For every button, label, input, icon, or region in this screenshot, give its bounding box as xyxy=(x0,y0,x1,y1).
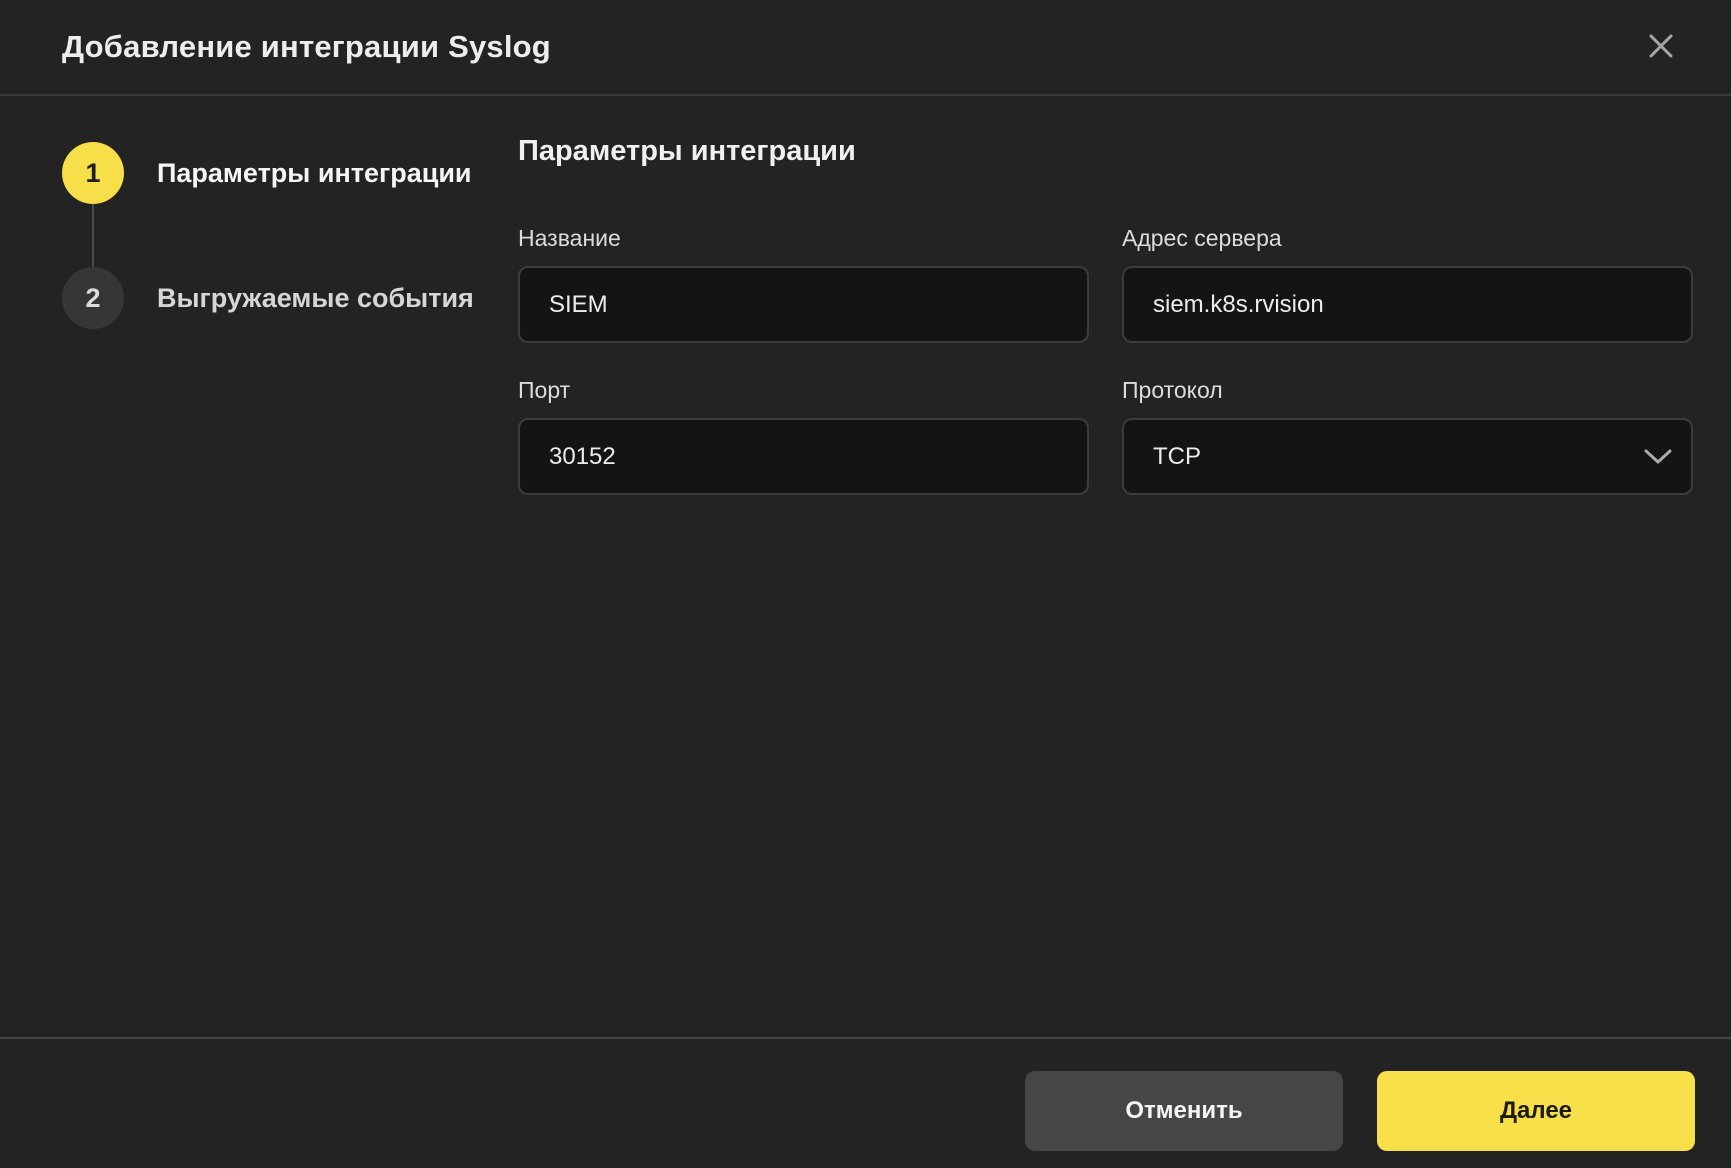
add-syslog-integration-dialog: Добавление интеграции Syslog 1 Параметры… xyxy=(0,0,1731,1168)
step-2-circle: 2 xyxy=(62,267,124,329)
step-2-label: Выгружаемые события xyxy=(157,283,474,314)
chevron-down-icon xyxy=(1643,448,1673,466)
field-port-label: Порт xyxy=(518,376,1089,404)
step-1-circle: 1 xyxy=(62,142,124,204)
port-input[interactable] xyxy=(518,418,1089,495)
name-input[interactable] xyxy=(518,266,1089,343)
dialog-body: 1 Параметры интеграции 2 Выгружаемые соб… xyxy=(0,96,1731,1037)
integration-params-form: Параметры интеграции Название Адрес серв… xyxy=(518,96,1693,495)
stepper-connector-line xyxy=(92,204,94,267)
dialog-footer: Отменить Далее xyxy=(0,1037,1731,1168)
wizard-stepper: 1 Параметры интеграции 2 Выгружаемые соб… xyxy=(0,96,500,1037)
protocol-select[interactable]: TCP xyxy=(1122,418,1693,495)
dialog-header: Добавление интеграции Syslog xyxy=(0,0,1731,96)
form-grid: Название Адрес сервера Порт Протокол TCP xyxy=(518,224,1693,495)
next-button[interactable]: Далее xyxy=(1377,1071,1695,1151)
close-icon xyxy=(1648,33,1674,62)
stepper-step-exported-events[interactable]: 2 Выгружаемые события xyxy=(62,267,474,329)
server-address-input[interactable] xyxy=(1122,266,1693,343)
field-server-address-label: Адрес сервера xyxy=(1122,224,1693,252)
field-server-address: Адрес сервера xyxy=(1122,224,1693,343)
field-protocol-label: Протокол xyxy=(1122,376,1693,404)
dialog-title: Добавление интеграции Syslog xyxy=(62,29,551,65)
cancel-button[interactable]: Отменить xyxy=(1025,1071,1343,1151)
field-name-label: Название xyxy=(518,224,1089,252)
protocol-select-value: TCP xyxy=(1153,443,1662,471)
step-1-label: Параметры интеграции xyxy=(157,158,472,189)
form-heading: Параметры интеграции xyxy=(518,134,1693,168)
field-name: Название xyxy=(518,224,1089,343)
field-port: Порт xyxy=(518,376,1089,495)
close-button[interactable] xyxy=(1639,25,1683,69)
stepper-step-integration-params[interactable]: 1 Параметры интеграции xyxy=(62,142,472,204)
field-protocol: Протокол TCP xyxy=(1122,376,1693,495)
